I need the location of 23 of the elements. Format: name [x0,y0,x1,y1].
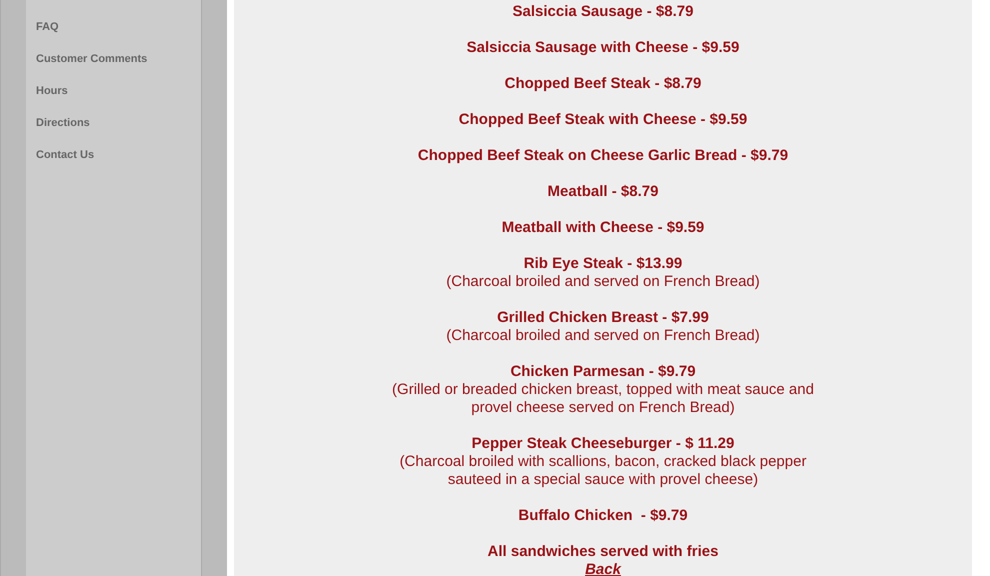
menu-item-title: Rib Eye Steak - $13.99 [524,255,682,273]
menu-item-title: Chopped Beef Steak with Cheese - $9.59 [458,111,748,129]
menu-item-title: Chopped Beef Steak - $8.79 [504,75,702,93]
nav-link[interactable]: Contact Us [36,148,94,162]
nav-link[interactable]: Customer Comments [36,52,148,66]
menu-item-title: Chicken Parmesan - $9.79 [510,363,696,381]
menu-note: All sandwiches served with fries [488,543,718,561]
menu-item-title: Meatball - $8.79 [548,183,658,201]
back-link[interactable]: Back [585,561,621,576]
nav-link[interactable]: FAQ [36,20,59,34]
menu-item-title: Grilled Chicken Breast - $7.99 [497,309,709,327]
nav-link[interactable]: Hours [36,84,68,98]
menu-item-title: Chopped Beef Steak on Cheese Garlic Bread - $9.79 [418,147,788,165]
menu-item-title: Meatball with Cheese - $9.59 [502,219,704,237]
menu-item-description: (Charcoal broiled with scallions, bacon, cracked black pepper sauteed in a special sauce with provel cheese) [398,453,808,489]
menu-item-title: Buffalo Chicken - $9.79 [518,507,688,525]
menu-item-title: Salsiccia Sausage - $8.79 [512,3,694,21]
menu-item-title: Salsiccia Sausage with Cheese - $9.59 [466,39,740,57]
menu-item-title: Pepper Steak Cheeseburger - $ 11.29 [472,435,734,453]
menu-item-description: (Charcoal broiled and served on French Bread) [446,273,760,291]
nav-link[interactable]: Directions [36,116,90,130]
menu-item-description: (Grilled or breaded chicken breast, topped with meat sauce and provel cheese served on French Bread) [391,381,815,417]
menu-item-description: (Charcoal broiled and served on French Bread) [446,327,760,345]
